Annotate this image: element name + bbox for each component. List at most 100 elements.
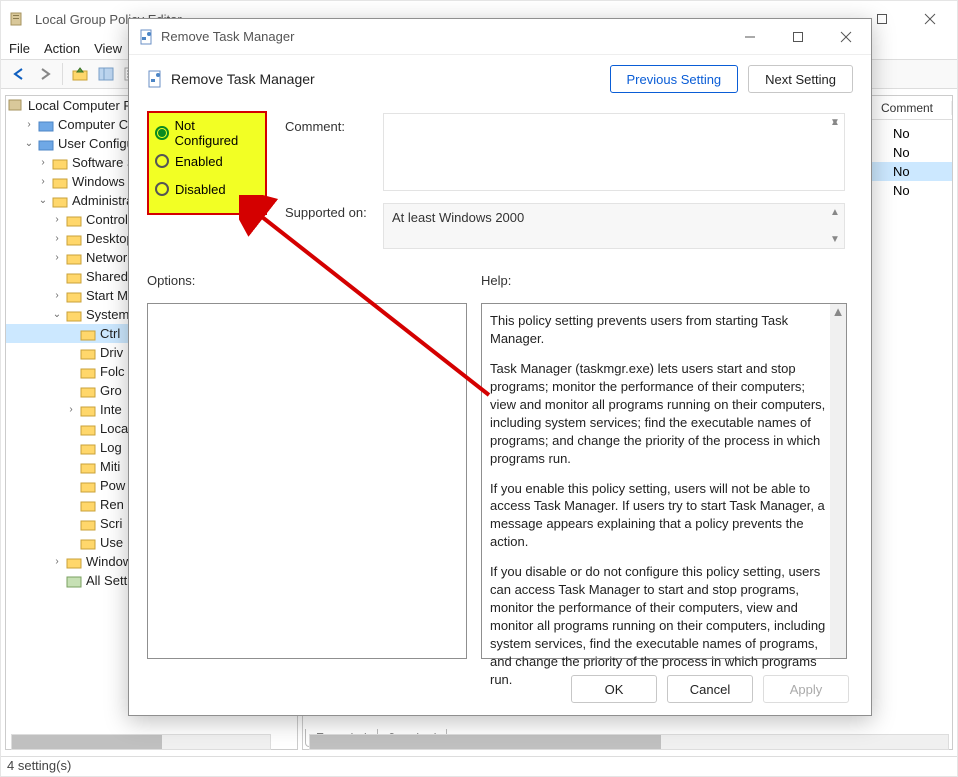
up-button[interactable] xyxy=(68,62,92,86)
expander-none xyxy=(64,460,78,474)
item-comment: No xyxy=(893,164,910,179)
previous-setting-button[interactable]: Previous Setting xyxy=(610,65,739,93)
expander-icon[interactable]: › xyxy=(36,156,50,170)
expander-icon[interactable]: › xyxy=(50,251,64,265)
radio-disabled[interactable]: Disabled xyxy=(155,175,259,203)
expander-open-icon[interactable]: ⌄ xyxy=(36,194,50,208)
folder-icon xyxy=(66,213,82,227)
radio-enabled[interactable]: Enabled xyxy=(155,147,259,175)
tree-label: Gro xyxy=(100,383,122,398)
folder-icon xyxy=(80,498,96,512)
help-paragraph: This policy setting prevents users from … xyxy=(490,312,828,348)
radio-icon xyxy=(155,154,169,168)
radio-icon xyxy=(155,126,169,140)
folder-icon xyxy=(66,232,82,246)
expander-none xyxy=(64,384,78,398)
scroll-down-icon[interactable]: ▼ xyxy=(830,235,840,244)
folder-icon xyxy=(80,346,96,360)
close-icon xyxy=(924,13,936,25)
arrow-right-icon xyxy=(37,66,53,82)
tree-label: Ctrl xyxy=(100,326,120,341)
tree-label: System xyxy=(86,307,129,322)
help-scrollbar[interactable]: ▲ xyxy=(830,304,846,658)
folder-icon xyxy=(80,517,96,531)
tree-label: Pow xyxy=(100,478,125,493)
item-comment: No xyxy=(893,145,910,160)
tree-hscrollbar[interactable] xyxy=(11,734,271,750)
maximize-icon xyxy=(792,31,804,43)
scrollbar-thumb[interactable] xyxy=(12,735,162,749)
menu-file[interactable]: File xyxy=(9,41,30,56)
tree-label: Scri xyxy=(100,516,122,531)
expander-icon[interactable]: › xyxy=(64,403,78,417)
expander-open-icon[interactable]: ⌄ xyxy=(50,308,64,322)
expander-none xyxy=(64,479,78,493)
supported-scroll-down[interactable]: ▼ xyxy=(830,235,840,244)
folder-icon xyxy=(80,422,96,436)
folder-up-icon xyxy=(72,66,88,82)
column-comment[interactable]: Comment xyxy=(863,101,952,115)
expander-icon[interactable]: › xyxy=(50,213,64,227)
next-setting-button[interactable]: Next Setting xyxy=(748,65,853,93)
list-hscrollbar[interactable] xyxy=(309,734,949,750)
policy-setting-icon xyxy=(147,70,165,88)
expander-icon[interactable]: › xyxy=(50,555,64,569)
folder-icon xyxy=(80,479,96,493)
cancel-button[interactable]: Cancel xyxy=(667,675,753,703)
folder-icon xyxy=(80,327,96,341)
show-hide-tree-button[interactable] xyxy=(94,62,118,86)
apply-button[interactable]: Apply xyxy=(763,675,849,703)
expander-none xyxy=(64,536,78,550)
computer-icon xyxy=(38,118,54,132)
toolbar-separator xyxy=(62,63,63,85)
dialog-minimize-button[interactable] xyxy=(727,22,773,52)
options-label: Options: xyxy=(147,273,195,288)
folder-icon xyxy=(66,289,82,303)
menu-action[interactable]: Action xyxy=(44,41,80,56)
minimize-icon xyxy=(744,31,756,43)
expander-icon[interactable]: › xyxy=(22,118,36,132)
policy-file-icon xyxy=(139,29,155,45)
comment-textarea[interactable]: ▲ ▼ xyxy=(383,113,845,191)
dialog-maximize-button[interactable] xyxy=(775,22,821,52)
dialog-close-button[interactable] xyxy=(823,22,869,52)
folder-icon xyxy=(52,156,68,170)
maximize-icon xyxy=(876,13,888,25)
folder-icon xyxy=(66,555,82,569)
radio-not-configured[interactable]: Not Configured xyxy=(155,119,259,147)
supported-text: At least Windows 2000 xyxy=(392,210,524,225)
ok-button[interactable]: OK xyxy=(571,675,657,703)
tree-label: Desktop xyxy=(86,231,134,246)
expander-icon[interactable]: › xyxy=(36,175,50,189)
expander-none xyxy=(64,327,78,341)
expander-none xyxy=(64,422,78,436)
gpedit-close-button[interactable] xyxy=(907,4,953,34)
scroll-up-icon[interactable]: ▲ xyxy=(830,304,846,320)
tree-label: Log xyxy=(100,440,122,455)
nav-forward-button[interactable] xyxy=(33,62,57,86)
folder-icon xyxy=(52,175,68,189)
supported-scroll[interactable]: ▲ xyxy=(830,208,840,217)
expander-icon[interactable]: › xyxy=(50,289,64,303)
tree-label: Local Computer Po xyxy=(28,98,139,113)
tree-label: Start M xyxy=(86,288,128,303)
nav-back-button[interactable] xyxy=(7,62,31,86)
expander-open-icon[interactable]: ⌄ xyxy=(22,137,36,151)
tree-label: Miti xyxy=(100,459,120,474)
scroll-down-icon[interactable]: ▼ xyxy=(830,118,840,127)
comment-scroll-down[interactable]: ▼ xyxy=(830,118,840,186)
menu-view[interactable]: View xyxy=(94,41,122,56)
computer-policy-icon xyxy=(8,99,24,113)
scrollbar-thumb[interactable] xyxy=(310,735,661,749)
scroll-up-icon[interactable]: ▲ xyxy=(830,208,840,217)
options-panel xyxy=(147,303,467,659)
help-label: Help: xyxy=(481,273,511,288)
comment-label: Comment: xyxy=(285,119,345,134)
expander-none xyxy=(50,574,64,588)
expander-none xyxy=(64,498,78,512)
item-comment: No xyxy=(893,126,910,141)
folder-icon xyxy=(80,536,96,550)
state-radio-group: Not Configured Enabled Disabled xyxy=(147,111,267,215)
folder-icon xyxy=(80,384,96,398)
expander-icon[interactable]: › xyxy=(50,232,64,246)
